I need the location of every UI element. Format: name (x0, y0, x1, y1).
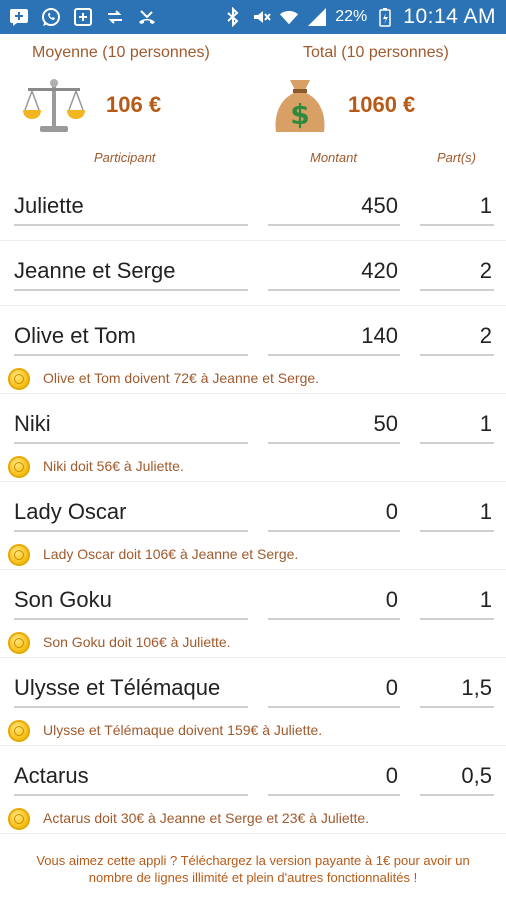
participant-row: Actarus 0 0,5 (0, 746, 506, 810)
shares-field[interactable]: 2 (420, 318, 494, 356)
shares-field[interactable]: 1 (420, 494, 494, 532)
debt-note-text: Niki doit 56€ à Juliette. (43, 458, 184, 474)
missed-call-icon (136, 6, 158, 28)
amount-field[interactable]: 140 (268, 318, 400, 356)
debt-note: Niki doit 56€ à Juliette. (0, 456, 506, 482)
coin-icon (8, 632, 30, 654)
participant-name-field[interactable]: Niki (14, 406, 248, 444)
scale-icon (23, 79, 85, 132)
participant-name-field[interactable]: Actarus (14, 758, 248, 796)
debt-note-text: Son Goku doit 106€ à Juliette. (43, 634, 231, 650)
coin-icon (8, 808, 30, 830)
status-bar: 22% 10:14 AM (0, 0, 506, 34)
debt-note: Actarus doit 30€ à Jeanne et Serge et 23… (0, 808, 506, 834)
coin-icon (8, 544, 30, 566)
battery-percent: 22% (335, 8, 368, 25)
total-label: Total (10 personnes) (303, 44, 449, 61)
wifi-icon (279, 6, 299, 28)
amount-field[interactable]: 0 (268, 670, 400, 708)
debt-note-text: Olive et Tom doivent 72€ à Jeanne et Ser… (43, 370, 320, 386)
summary-panel: Moyenne (10 personnes) Total (10 personn… (0, 34, 506, 144)
participant-row: Niki 50 1 (0, 394, 506, 458)
coin-icon (8, 368, 30, 390)
amount-field[interactable]: 0 (268, 582, 400, 620)
participant-row: Olive et Tom 140 2 (0, 306, 506, 370)
message-add-icon (8, 6, 30, 28)
participant-name-field[interactable]: Olive et Tom (14, 318, 248, 356)
coin-icon (8, 456, 30, 478)
notification-icons (8, 6, 158, 28)
participant-list: Juliette 450 1 Jeanne et Serge 420 2 Oli… (0, 176, 506, 834)
debt-note-text: Ulysse et Télémaque doivent 159€ à Julie… (43, 722, 323, 738)
shares-field[interactable]: 0,5 (420, 758, 494, 796)
coin-icon (8, 720, 30, 742)
shares-field[interactable]: 1,5 (420, 670, 494, 708)
debt-note: Olive et Tom doivent 72€ à Jeanne et Ser… (0, 368, 506, 394)
battery-icon (375, 6, 395, 28)
shares-field[interactable]: 1 (420, 188, 494, 226)
column-header-amount: Montant (310, 150, 357, 165)
shares-field[interactable]: 1 (420, 406, 494, 444)
participant-name-field[interactable]: Lady Oscar (14, 494, 248, 532)
average-value: 106 € (106, 92, 162, 117)
plus-box-icon (72, 6, 94, 28)
signal-icon (307, 6, 327, 28)
average-label: Moyenne (10 personnes) (32, 44, 210, 61)
column-header-shares: Part(s) (437, 150, 476, 165)
amount-field[interactable]: 50 (268, 406, 400, 444)
promo-line-2: nombre de lignes illimité et plein d'aut… (88, 870, 418, 885)
promo-line-1: Vous aimez cette appli ? Téléchargez la … (36, 853, 470, 868)
participant-name-field[interactable]: Ulysse et Télémaque (14, 670, 248, 708)
transfer-icon (104, 6, 126, 28)
shares-field[interactable]: 1 (420, 582, 494, 620)
whatsapp-icon (40, 6, 62, 28)
amount-field[interactable]: 450 (268, 188, 400, 226)
svg-text:$: $ (290, 98, 309, 131)
shares-field[interactable]: 2 (420, 253, 494, 291)
debt-note-text: Actarus doit 30€ à Jeanne et Serge et 23… (43, 810, 370, 826)
debt-note: Lady Oscar doit 106€ à Jeanne et Serge. (0, 544, 506, 570)
debt-note: Son Goku doit 106€ à Juliette. (0, 632, 506, 658)
amount-field[interactable]: 0 (268, 758, 400, 796)
debt-note-text: Lady Oscar doit 106€ à Jeanne et Serge. (43, 546, 299, 562)
system-icons: 22% 10:14 AM (223, 5, 496, 29)
participant-name-field[interactable]: Son Goku (14, 582, 248, 620)
participant-row: Ulysse et Télémaque 0 1,5 (0, 658, 506, 722)
participant-row: Lady Oscar 0 1 (0, 482, 506, 546)
clock: 10:14 AM (403, 5, 496, 28)
total-value: 1060 € (348, 92, 416, 117)
column-header-participant: Participant (94, 150, 156, 165)
bluetooth-icon (223, 6, 243, 28)
participant-name-field[interactable]: Juliette (14, 188, 248, 226)
participant-row: Son Goku 0 1 (0, 570, 506, 634)
participant-name-field[interactable]: Jeanne et Serge (14, 253, 248, 291)
promo-banner[interactable]: Vous aimez cette appli ? Téléchargez la … (0, 852, 506, 886)
money-bag-icon: $ (275, 80, 325, 132)
debt-note: Ulysse et Télémaque doivent 159€ à Julie… (0, 720, 506, 746)
mute-icon (251, 6, 272, 28)
amount-field[interactable]: 0 (268, 494, 400, 532)
participant-row: Juliette 450 1 (0, 176, 506, 241)
participant-row: Jeanne et Serge 420 2 (0, 241, 506, 306)
amount-field[interactable]: 420 (268, 253, 400, 291)
